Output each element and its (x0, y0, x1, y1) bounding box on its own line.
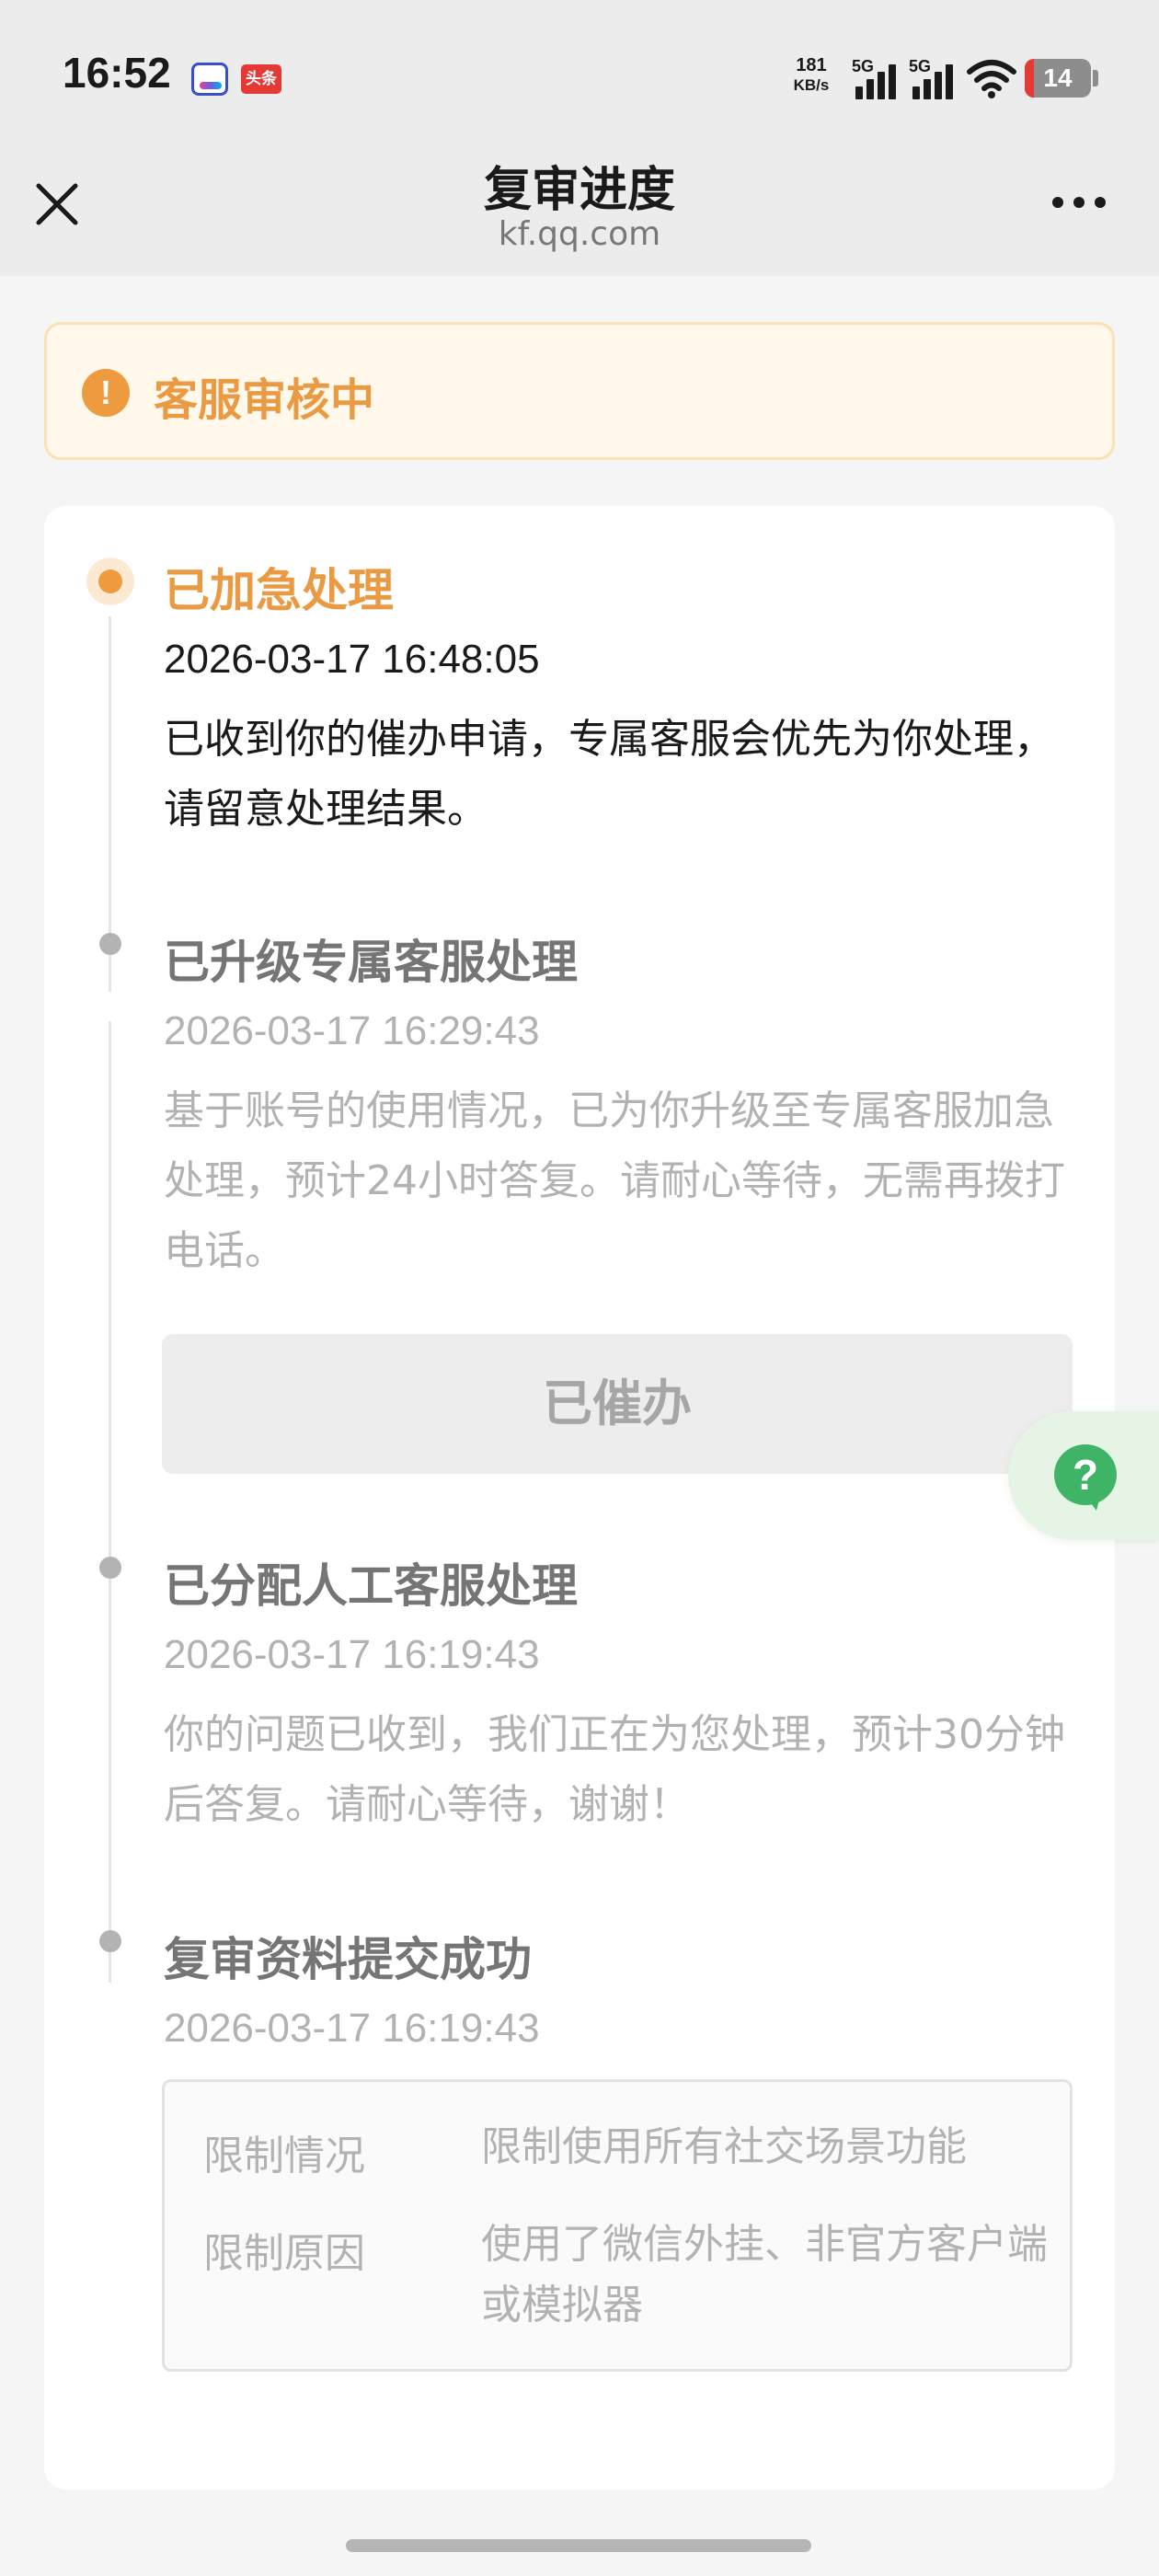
step-description: 已收到你的催办申请，专属客服会优先为你处理，请留意处理结果。 (164, 716, 1054, 833)
warning-icon: ! (82, 369, 130, 417)
status-bar: 16:52 头条 181 KB/s 5G 5G 14 (0, 0, 1159, 147)
signal-2-icon: 5G (909, 57, 960, 99)
step-description: 基于账号的使用情况，已为你升级至专属客服加急处理，预计24小时答复。请耐心等待，… (164, 1087, 1065, 1274)
step-title: 复审资料提交成功 (164, 1933, 532, 1986)
review-status-text: 客服审核中 (154, 374, 375, 426)
urged-button[interactable]: 已催办 (162, 1334, 1073, 1474)
restriction-status-label: 限制情况 (203, 2133, 365, 2179)
step-title: 已升级专属客服处理 (164, 936, 578, 989)
network-speed-value: 181 (796, 55, 827, 75)
network-speed-unit: KB/s (793, 76, 830, 94)
review-status-banner: ! 客服审核中 (44, 322, 1115, 460)
restriction-status-value: 限制使用所有社交场景功能 (481, 2123, 967, 2170)
step-title: 已加急处理 (164, 564, 394, 617)
status-time: 16:52 (63, 49, 171, 97)
step-time: 2026-03-17 16:29:43 (164, 1008, 540, 1053)
page-domain: kf.qq.com (498, 215, 661, 253)
timeline-dot (99, 1557, 121, 1579)
timeline-dot-active (86, 558, 134, 605)
network-speed: 181 KB/s (784, 55, 839, 96)
restriction-reason-value: 使用了微信外挂、非官方客户端或模拟器 (481, 2221, 1048, 2329)
battery-icon: 14 (1025, 59, 1091, 98)
nav-bar: 复审进度 kf.qq.com (0, 147, 1159, 276)
restriction-info-box: 限制情况 限制使用所有社交场景功能 限制原因 使用了微信外挂、非官方客户端或模拟… (162, 2079, 1073, 2372)
battery-level: 14 (1043, 63, 1073, 92)
step-time: 2026-03-17 16:19:43 (164, 2006, 540, 2051)
signal-2-tag: 5G (909, 57, 932, 75)
progress-timeline-card: 已加急处理 2026-03-17 16:48:05 已收到你的催办申请，专属客服… (44, 506, 1115, 2490)
help-icon: ? (1054, 1444, 1117, 1511)
step-title: 已分配人工客服处理 (164, 1559, 578, 1613)
restriction-reason-label: 限制原因 (203, 2230, 365, 2277)
step-time: 2026-03-17 16:48:05 (164, 637, 540, 682)
toutiao-notification-icon: 头条 (241, 64, 281, 94)
battery-tip (1093, 70, 1098, 86)
step-description: 你的问题已收到，我们正在为您处理，预计30分钟后答复。请耐心等待，谢谢！ (164, 1711, 1065, 1828)
help-float-button[interactable]: ? (1008, 1411, 1159, 1540)
home-indicator[interactable] (346, 2539, 811, 2552)
signal-1-tag: 5G (852, 57, 875, 75)
step-time: 2026-03-17 16:19:43 (164, 1632, 540, 1677)
timeline-dot (99, 1930, 121, 1952)
signal-1-icon: 5G (852, 57, 903, 99)
wifi-icon (967, 60, 1016, 98)
timeline-dot (99, 933, 121, 955)
app-notification-icon (191, 63, 228, 96)
more-button[interactable] (1045, 184, 1113, 221)
page-title: 复审进度 (483, 163, 675, 218)
